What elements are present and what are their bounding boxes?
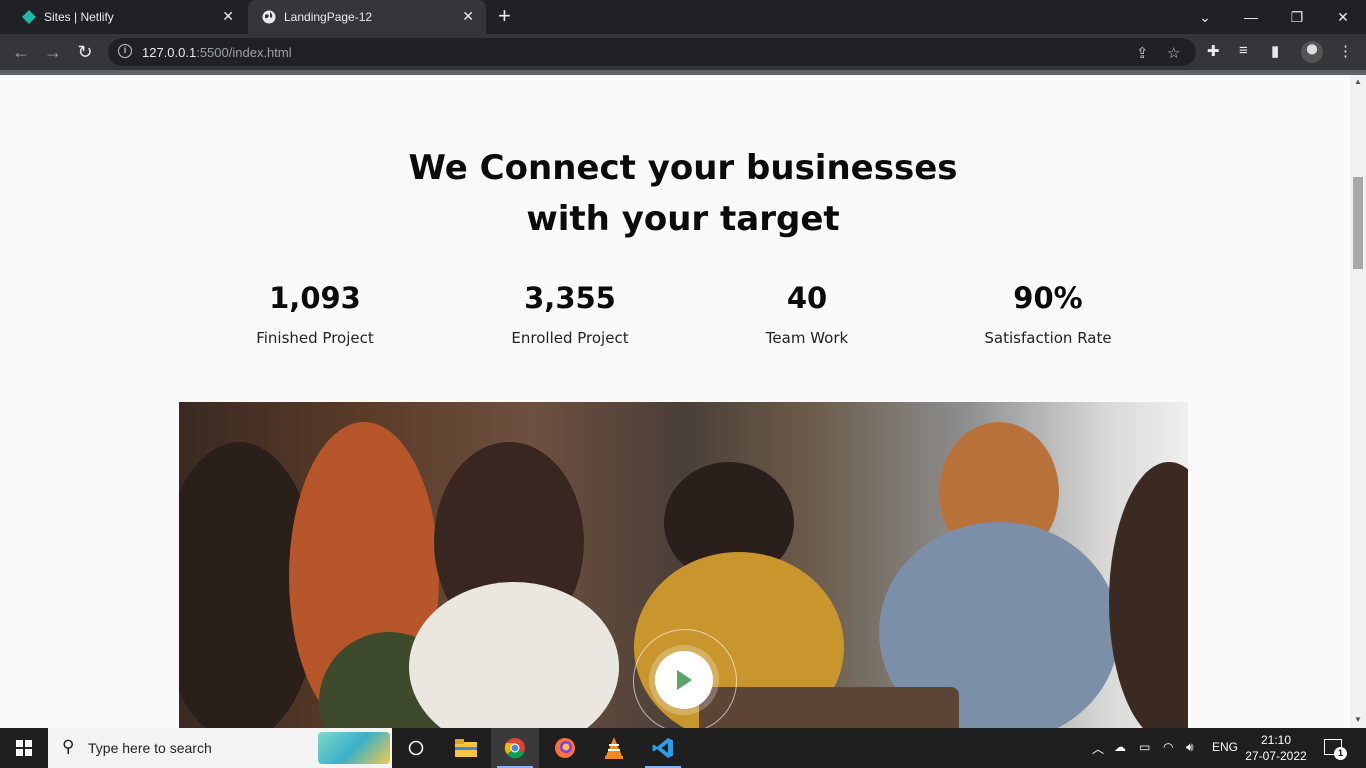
netlify-diamond-icon xyxy=(22,10,36,24)
photo-figure xyxy=(409,582,619,728)
page-scrollbar[interactable]: ▲ ▼ xyxy=(1350,75,1366,728)
tab-landingpage[interactable]: LandingPage-12 ✕ xyxy=(248,0,486,34)
notification-count-badge: 1 xyxy=(1334,747,1347,760)
address-bar[interactable]: i 127.0.0.1:5500/index.html ⇪ ☆ xyxy=(108,38,1196,66)
side-panel-icon[interactable]: ▮ xyxy=(1271,42,1279,60)
stat-value: 90% xyxy=(1013,281,1083,315)
play-icon xyxy=(677,670,692,690)
stat-label: Satisfaction Rate xyxy=(984,329,1112,347)
close-window-icon[interactable]: ✕ xyxy=(1320,0,1366,34)
play-video-button[interactable] xyxy=(655,651,713,709)
bookmark-star-icon[interactable]: ☆ xyxy=(1167,44,1180,62)
browser-toolbar: ← → ↻ i 127.0.0.1:5500/index.html ⇪ ☆ ✚ … xyxy=(0,34,1366,70)
stat-value: 3,355 xyxy=(524,281,616,315)
search-highlight-art xyxy=(318,732,390,764)
firefox-app-icon[interactable] xyxy=(541,728,589,768)
media-queue-icon[interactable]: ≡ xyxy=(1239,42,1248,59)
notification-center-icon[interactable]: 1 xyxy=(1324,739,1347,760)
onedrive-cloud-icon[interactable]: ☁ xyxy=(1114,740,1126,754)
show-hidden-icons-chevron-icon[interactable]: ︿ xyxy=(1092,740,1104,757)
windows-taskbar: ⚲ Type here to search ︿ ☁ ▭ ◠ 🔊︎ ENG 21:… xyxy=(0,728,1366,768)
team-meeting-photo xyxy=(179,402,1188,728)
tab-title: Sites | Netlify xyxy=(44,10,114,24)
headline-line-1: We Connect your businesses xyxy=(408,148,958,188)
forward-arrow-icon[interactable]: → xyxy=(41,40,65,64)
browser-tab-strip: Sites | Netlify ✕ LandingPage-12 ✕ + ⌄ —… xyxy=(0,0,1366,34)
search-icon: ⚲ xyxy=(62,737,75,756)
scroll-up-arrow-icon[interactable]: ▲ xyxy=(1354,77,1362,86)
landing-page: We Connect your businesses with your tar… xyxy=(0,75,1350,728)
file-explorer-icon[interactable] xyxy=(442,728,490,768)
search-placeholder: Type here to search xyxy=(88,740,212,756)
stat-value: 1,093 xyxy=(269,281,361,315)
task-view-icon[interactable] xyxy=(392,728,440,768)
headline-line-2: with your target xyxy=(526,199,840,239)
system-clock[interactable]: 21:10 27-07-2022 xyxy=(1240,732,1312,764)
chrome-app-icon[interactable] xyxy=(491,728,539,768)
extensions-puzzle-icon[interactable]: ✚ xyxy=(1207,42,1220,60)
close-tab-icon[interactable]: ✕ xyxy=(462,8,474,25)
minimize-icon[interactable]: — xyxy=(1228,0,1274,34)
globe-icon xyxy=(262,10,276,24)
scroll-down-arrow-icon[interactable]: ▼ xyxy=(1354,715,1362,724)
language-indicator[interactable]: ENG xyxy=(1212,740,1238,754)
back-arrow-icon[interactable]: ← xyxy=(9,40,33,64)
url-host: 127.0.0.1 xyxy=(142,45,197,60)
profile-avatar[interactable] xyxy=(1301,41,1323,63)
vlc-app-icon[interactable] xyxy=(590,728,638,768)
battery-icon[interactable]: ▭ xyxy=(1139,740,1150,754)
site-info-icon[interactable]: i xyxy=(118,44,132,58)
vscode-app-icon[interactable] xyxy=(639,728,687,768)
new-tab-icon[interactable]: + xyxy=(498,5,511,27)
taskbar-search-box[interactable]: ⚲ Type here to search xyxy=(48,728,392,768)
photo-table xyxy=(699,687,959,728)
wifi-icon[interactable]: ◠ xyxy=(1163,740,1173,754)
tab-search-chevron-icon[interactable]: ⌄ xyxy=(1182,0,1228,34)
stat-value: 40 xyxy=(786,281,828,315)
windows-start-icon[interactable] xyxy=(16,740,32,756)
close-tab-icon[interactable]: ✕ xyxy=(222,8,234,25)
share-icon[interactable]: ⇪ xyxy=(1136,44,1149,62)
reload-icon[interactable]: ↻ xyxy=(73,40,97,64)
stat-label: Team Work xyxy=(765,329,849,347)
scrollbar-thumb[interactable] xyxy=(1353,177,1363,269)
tab-netlify[interactable]: Sites | Netlify ✕ xyxy=(8,0,246,34)
url-path: :5500/index.html xyxy=(196,45,292,60)
address-url[interactable]: 127.0.0.1:5500/index.html xyxy=(142,45,292,60)
tab-title: LandingPage-12 xyxy=(284,10,373,24)
stat-satisfaction-rate: 90% Satisfaction Rate xyxy=(928,281,1168,347)
volume-icon[interactable]: 🔊︎ xyxy=(1186,740,1194,755)
section-headline: We Connect your businesses with your tar… xyxy=(0,143,1350,245)
photo-figure xyxy=(1109,462,1188,728)
restore-icon[interactable]: ❐ xyxy=(1274,0,1320,34)
stat-enrolled-project: 3,355 Enrolled Project xyxy=(450,281,690,347)
clock-time: 21:10 xyxy=(1260,733,1292,747)
kebab-menu-icon[interactable]: ⋮ xyxy=(1338,42,1353,60)
stat-finished-project: 1,093 Finished Project xyxy=(195,281,435,347)
clock-date: 27-07-2022 xyxy=(1245,749,1307,763)
stat-team-work: 40 Team Work xyxy=(687,281,927,347)
stat-label: Finished Project xyxy=(256,329,374,347)
stat-label: Enrolled Project xyxy=(511,329,629,347)
